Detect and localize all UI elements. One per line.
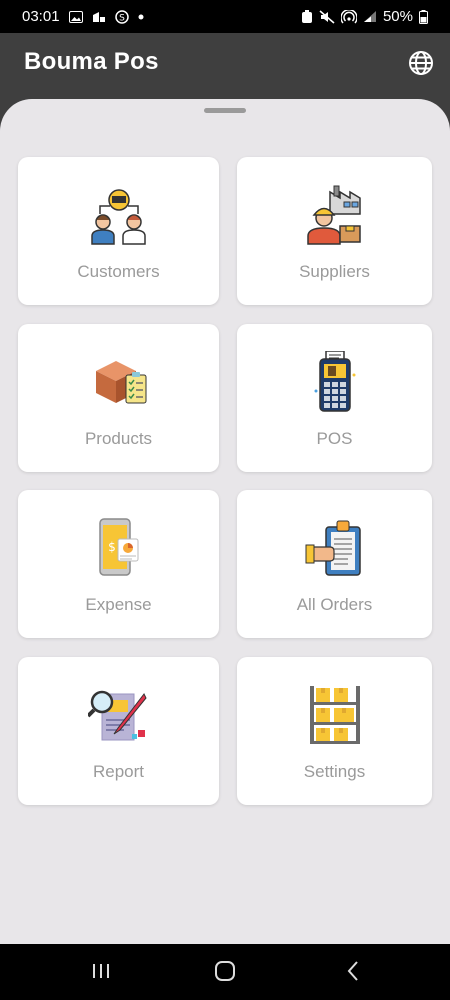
suppliers-icon xyxy=(304,184,366,246)
menu-card-customers[interactable]: Customers xyxy=(18,157,219,305)
svg-text:$: $ xyxy=(108,540,116,554)
menu-card-report[interactable]: Report xyxy=(18,657,219,805)
back-icon xyxy=(345,960,361,987)
expense-icon: $ xyxy=(88,517,150,579)
cloud-icon xyxy=(92,11,106,23)
notification-dot-icon xyxy=(138,14,144,20)
products-icon xyxy=(88,351,150,413)
alarm-icon xyxy=(301,9,313,24)
gallery-icon xyxy=(68,10,83,23)
menu-card-pos[interactable]: POS xyxy=(237,324,432,472)
drag-handle[interactable] xyxy=(204,108,246,113)
battery-icon xyxy=(419,9,428,24)
recent-apps-button[interactable] xyxy=(88,960,114,986)
orders-clipboard-icon xyxy=(304,517,366,579)
status-bar: 03:01 S 50% xyxy=(0,0,450,33)
menu-card-label: Customers xyxy=(77,262,160,281)
app-s-icon: S xyxy=(114,9,129,24)
menu-card-label: Products xyxy=(84,429,153,448)
hotspot-icon xyxy=(340,9,357,24)
language-button[interactable] xyxy=(407,50,435,81)
menu-card-label: POS xyxy=(316,429,353,448)
menu-card-label: Expense xyxy=(85,595,152,614)
battery-percent: 50% xyxy=(382,8,413,25)
recent-apps-icon xyxy=(90,962,112,985)
menu-card-all-orders[interactable]: All Orders xyxy=(237,490,432,638)
signal-icon xyxy=(363,10,377,23)
menu-card-settings[interactable]: Settings xyxy=(237,657,432,805)
svg-text:S: S xyxy=(119,13,125,23)
customers-icon xyxy=(88,184,150,246)
globe-icon xyxy=(408,50,434,81)
warehouse-shelf-icon xyxy=(304,684,366,746)
mute-icon xyxy=(319,9,335,24)
home-button[interactable] xyxy=(212,960,238,986)
menu-sheet: Customers Suppliers Products POS $ Expen… xyxy=(0,99,450,944)
back-button[interactable] xyxy=(340,960,366,986)
pos-terminal-icon xyxy=(304,351,366,413)
home-icon xyxy=(214,960,236,987)
menu-card-suppliers[interactable]: Suppliers xyxy=(237,157,432,305)
menu-card-label: All Orders xyxy=(296,595,373,614)
menu-card-label: Settings xyxy=(303,762,366,781)
menu-card-label: Suppliers xyxy=(299,262,370,281)
app-title: Bouma Pos xyxy=(24,48,159,75)
menu-card-products[interactable]: Products xyxy=(18,324,219,472)
system-nav-bar xyxy=(0,944,450,1000)
menu-card-label: Report xyxy=(92,762,145,781)
report-icon xyxy=(87,684,150,746)
menu-card-expense[interactable]: $ Expense xyxy=(18,490,219,638)
status-time: 03:01 xyxy=(22,8,60,25)
